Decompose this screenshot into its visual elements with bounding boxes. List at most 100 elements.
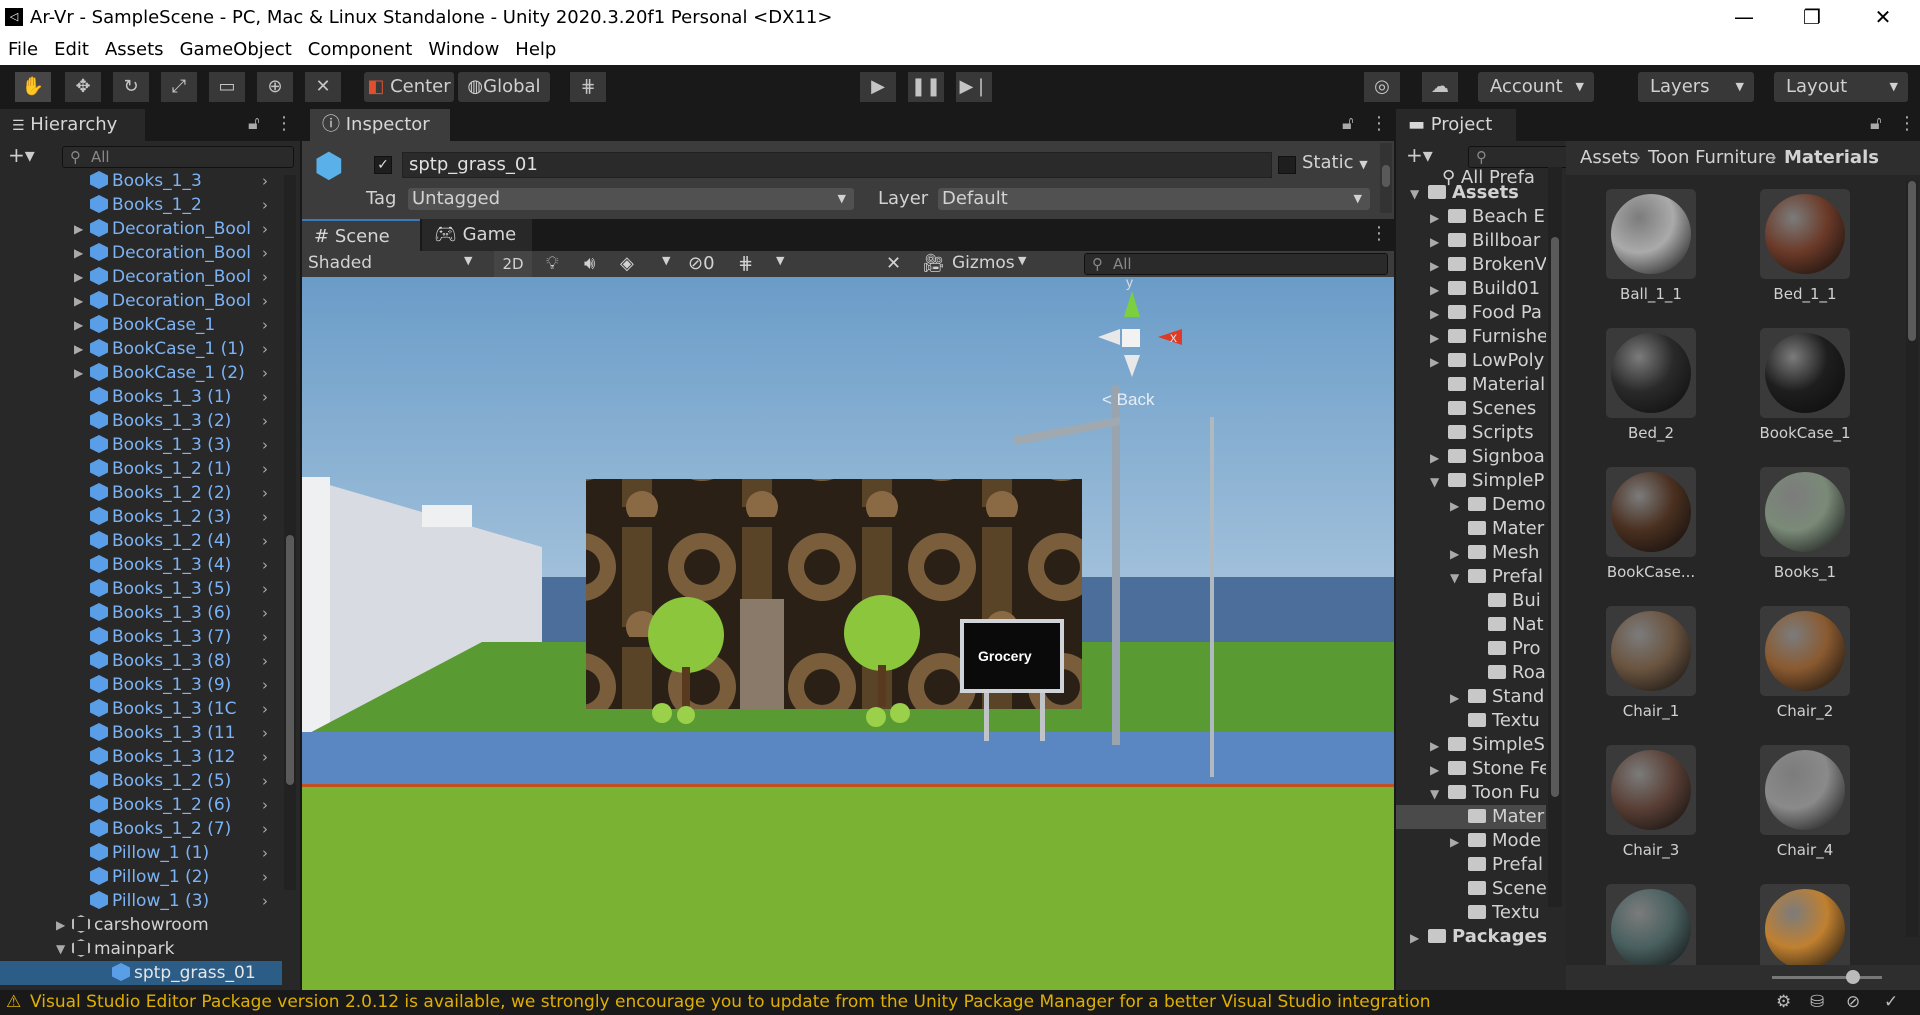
- folder-tree-item[interactable]: ▶ Food Pa: [1396, 301, 1546, 325]
- material-asset[interactable]: Chair_2: [1730, 606, 1880, 720]
- expand-arrow-icon[interactable]: ▶: [74, 313, 83, 337]
- bug-icon[interactable]: ⚙: [1776, 990, 1791, 1015]
- folder-tree-item[interactable]: Prefal: [1396, 853, 1546, 877]
- folder-tree-item[interactable]: ▶ Build01: [1396, 277, 1546, 301]
- folder-tree-item[interactable]: ▶ Stone Fe: [1396, 757, 1546, 781]
- chevron-right-icon[interactable]: ›: [262, 625, 268, 649]
- tab-project[interactable]: ▬ Project: [1396, 109, 1516, 141]
- menu-help[interactable]: Help: [507, 36, 564, 63]
- tools-icon[interactable]: ✕: [886, 253, 901, 274]
- transform-tool-icon[interactable]: ⊕: [257, 72, 293, 102]
- hierarchy-item[interactable]: Books_1_3 (1C ›: [90, 697, 280, 721]
- chevron-right-icon[interactable]: ›: [262, 457, 268, 481]
- hierarchy-item[interactable]: Books_1_2 (4) ›: [90, 529, 280, 553]
- tag-dropdown[interactable]: Untagged ▼: [408, 188, 854, 210]
- material-asset[interactable]: Chair_1: [1576, 606, 1726, 720]
- folder-tree-item[interactable]: Nat: [1396, 613, 1546, 637]
- kebab-menu-icon[interactable]: ⋮: [275, 113, 293, 134]
- menu-edit[interactable]: Edit: [46, 36, 97, 63]
- hierarchy-item[interactable]: Books_1_3 (4) ›: [90, 553, 280, 577]
- folder-tree-item[interactable]: Roa: [1396, 661, 1546, 685]
- hierarchy-item[interactable]: Books_1_3 (1) ›: [90, 385, 280, 409]
- hierarchy-item[interactable]: Books_1_3 ›: [90, 169, 280, 193]
- auto-generate-lighting-icon[interactable]: ⊘: [1846, 990, 1860, 1015]
- hierarchy-item[interactable]: ▶ BookCase_1 (1) ›: [74, 337, 280, 361]
- material-asset[interactable]: Chair_3: [1576, 745, 1726, 859]
- chevron-right-icon[interactable]: ›: [262, 193, 268, 217]
- folder-tree-item[interactable]: Textu: [1396, 901, 1546, 925]
- chevron-right-icon[interactable]: ›: [262, 289, 268, 313]
- lighting-icon[interactable]: 💡︎: [546, 253, 559, 274]
- folder-tree-item[interactable]: ▶ Furnishe: [1396, 325, 1546, 349]
- rotate-tool-icon[interactable]: ↻: [113, 72, 149, 102]
- grid-snap-icon[interactable]: ⋕: [570, 72, 606, 102]
- expand-arrow-icon[interactable]: ▶: [74, 265, 83, 289]
- folder-tree-item[interactable]: ▶ Billboar: [1396, 229, 1546, 253]
- hierarchy-selected-item[interactable]: sptp_grass_01: [0, 961, 282, 985]
- folder-tree-item[interactable]: ▶ BrokenV: [1396, 253, 1546, 277]
- hierarchy-item[interactable]: Books_1_2 (1) ›: [90, 457, 280, 481]
- expand-arrow-icon[interactable]: ▼: [1450, 566, 1468, 590]
- chevron-right-icon[interactable]: ›: [262, 337, 268, 361]
- folder-tree-item[interactable]: ▼ Toon Fu: [1396, 781, 1546, 805]
- tab-hierarchy[interactable]: ☰ Hierarchy: [0, 109, 145, 141]
- hand-tool-icon[interactable]: ✋: [15, 72, 51, 102]
- folder-tree-item[interactable]: ▼ Prefal: [1396, 565, 1546, 589]
- chevron-right-icon[interactable]: ›: [262, 721, 268, 745]
- expand-arrow-icon[interactable]: ▶: [1430, 758, 1448, 782]
- shading-mode-dropdown[interactable]: Shaded: [308, 253, 372, 273]
- chevron-right-icon[interactable]: ›: [262, 793, 268, 817]
- chevron-right-icon[interactable]: ›: [262, 673, 268, 697]
- rect-tool-icon[interactable]: ▭: [209, 72, 245, 102]
- maximize-button[interactable]: ❐: [1784, 0, 1840, 36]
- material-asset[interactable]: Bed_2: [1576, 328, 1726, 442]
- hierarchy-item[interactable]: Books_1_3 (6) ›: [90, 601, 280, 625]
- 2d-toggle[interactable]: 2D: [494, 251, 532, 277]
- static-dropdown[interactable]: Static ▼: [1302, 152, 1368, 173]
- expand-arrow-icon[interactable]: ▶: [1430, 734, 1448, 758]
- expand-arrow-icon[interactable]: ▶: [74, 337, 83, 361]
- chevron-right-icon[interactable]: ›: [262, 505, 268, 529]
- hierarchy-item[interactable]: Books_1_3 (5) ›: [90, 577, 280, 601]
- tab-inspector[interactable]: ⓘ Inspector: [310, 109, 450, 141]
- material-asset[interactable]: Ball_1_1: [1576, 189, 1726, 303]
- camera-icon[interactable]: 🎥︎: [922, 253, 945, 274]
- audio-icon[interactable]: 🔊︎: [584, 253, 595, 274]
- tab-game[interactable]: 🎮︎ Game: [422, 219, 532, 251]
- hierarchy-item[interactable]: Books_1_3 (2) ›: [90, 409, 280, 433]
- folder-tree-item[interactable]: ▶ Mode: [1396, 829, 1546, 853]
- hidden-objects-toggle[interactable]: ⊘0: [688, 253, 715, 274]
- hierarchy-item[interactable]: ▶ BookCase_1 ›: [74, 313, 280, 337]
- lock-icon[interactable]: 🔓︎: [1870, 113, 1882, 134]
- expand-arrow-icon[interactable]: ▶: [1430, 446, 1448, 470]
- expand-arrow-icon[interactable]: ▼: [56, 937, 65, 961]
- folder-tree-item[interactable]: Scene: [1396, 877, 1546, 901]
- hierarchy-item[interactable]: ▶ Decoration_Bool ›: [74, 289, 280, 313]
- chevron-right-icon[interactable]: ›: [262, 265, 268, 289]
- hierarchy-item[interactable]: Books_1_2 (2) ›: [90, 481, 280, 505]
- chevron-right-icon[interactable]: ›: [262, 889, 268, 913]
- inspector-scrollbar[interactable]: [1380, 143, 1392, 213]
- tab-scene[interactable]: # Scene: [302, 219, 420, 251]
- folder-tree-item[interactable]: Material: [1396, 373, 1546, 397]
- chevron-right-icon[interactable]: ›: [262, 385, 268, 409]
- scale-tool-icon[interactable]: ⤢: [161, 72, 197, 102]
- hierarchy-item[interactable]: Books_1_3 (11 ›: [90, 721, 280, 745]
- hierarchy-item[interactable]: Books_1_3 (12 ›: [90, 745, 280, 769]
- hierarchy-item[interactable]: Books_1_2 (5) ›: [90, 769, 280, 793]
- material-asset[interactable]: BookCase_1: [1730, 328, 1880, 442]
- hierarchy-scrollbar[interactable]: [284, 175, 296, 890]
- chevron-right-icon[interactable]: ›: [262, 361, 268, 385]
- folder-tree-item[interactable]: ▶ Stand: [1396, 685, 1546, 709]
- hierarchy-item[interactable]: Pillow_1 (3) ›: [90, 889, 280, 913]
- menu-component[interactable]: Component: [300, 36, 421, 63]
- hierarchy-scene-item[interactable]: ▼ mainpark: [56, 937, 175, 961]
- hierarchy-item[interactable]: Books_1_2 (3) ›: [90, 505, 280, 529]
- folder-tree-item[interactable]: Scripts: [1396, 421, 1546, 445]
- expand-arrow-icon[interactable]: ▶: [1430, 230, 1448, 254]
- thumbnail-size-slider[interactable]: [1846, 970, 1860, 984]
- folder-tree-item[interactable]: Mater: [1396, 517, 1546, 541]
- folder-tree-item[interactable]: ▼ SimpleP: [1396, 469, 1546, 493]
- object-name-input[interactable]: sptp_grass_01: [402, 152, 1272, 178]
- project-tree-scrollbar[interactable]: [1548, 167, 1562, 907]
